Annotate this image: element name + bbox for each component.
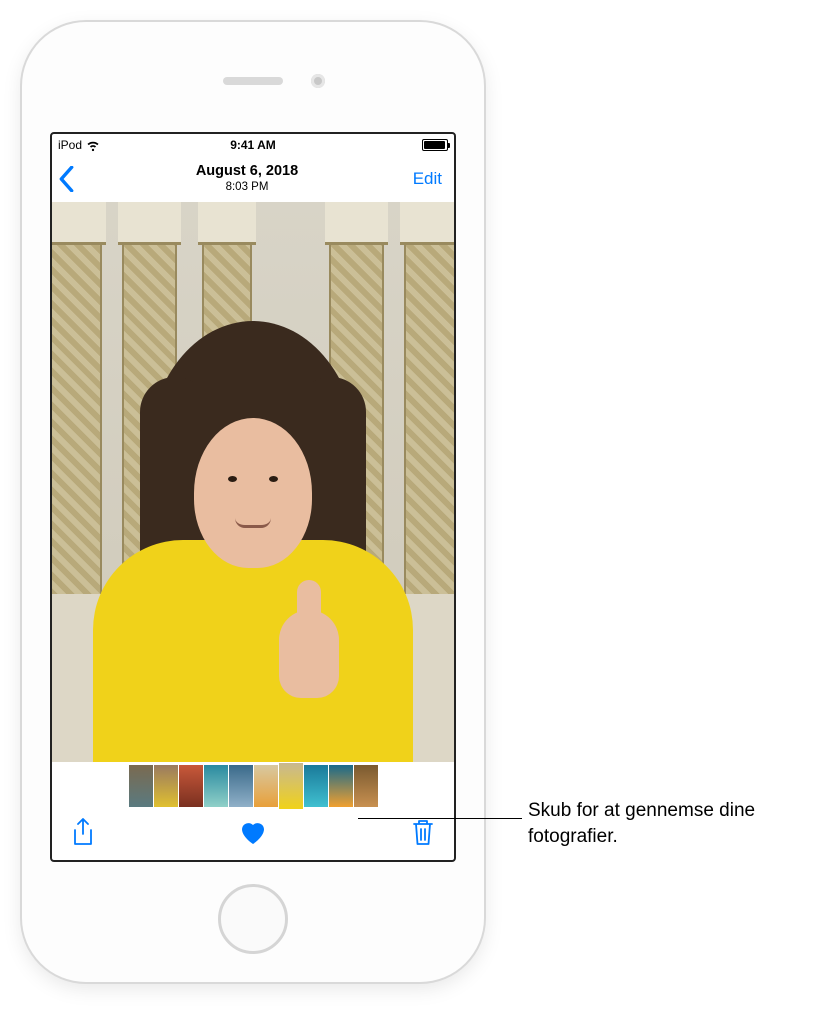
nav-bar: August 6, 2018 8:03 PM Edit bbox=[52, 156, 454, 202]
nav-date: August 6, 2018 bbox=[102, 164, 392, 180]
nav-time: 8:03 PM bbox=[102, 181, 392, 194]
callout-leader-line bbox=[358, 818, 522, 819]
share-icon bbox=[70, 818, 96, 848]
thumbnail[interactable] bbox=[354, 765, 378, 807]
callout-text: Skub for at gennemse dine fotografier. bbox=[528, 798, 808, 849]
photo-subject bbox=[93, 359, 413, 762]
thumbnail[interactable] bbox=[229, 765, 253, 807]
status-time: 9:41 AM bbox=[188, 138, 318, 152]
battery-icon bbox=[422, 139, 448, 151]
thumbnail[interactable] bbox=[204, 765, 228, 807]
thumbnail[interactable] bbox=[304, 765, 328, 807]
device-front-camera bbox=[311, 74, 325, 88]
screen: iPod 9:41 AM August 6, 2018 8:03 PM Edit bbox=[50, 132, 456, 862]
thumbnail-selected[interactable] bbox=[279, 763, 303, 809]
thumbnail[interactable] bbox=[179, 765, 203, 807]
thumbnail[interactable] bbox=[129, 765, 153, 807]
status-bar: iPod 9:41 AM bbox=[52, 134, 454, 156]
photo-viewer[interactable] bbox=[52, 202, 454, 762]
thumbnail[interactable] bbox=[154, 765, 178, 807]
trash-icon bbox=[410, 818, 436, 848]
wifi-icon bbox=[86, 138, 100, 152]
thumbnail-strip[interactable] bbox=[52, 762, 454, 810]
favorite-button[interactable] bbox=[239, 820, 267, 851]
thumbnail[interactable] bbox=[254, 765, 278, 807]
carrier-label: iPod bbox=[58, 138, 82, 152]
home-button[interactable] bbox=[218, 884, 288, 954]
thumbnail[interactable] bbox=[329, 765, 353, 807]
heart-icon bbox=[239, 820, 267, 846]
back-button[interactable] bbox=[58, 166, 102, 192]
device-frame: iPod 9:41 AM August 6, 2018 8:03 PM Edit bbox=[22, 22, 484, 982]
share-button[interactable] bbox=[70, 818, 96, 853]
device-speaker bbox=[223, 77, 283, 85]
delete-button[interactable] bbox=[410, 818, 436, 853]
edit-button[interactable]: Edit bbox=[392, 169, 448, 189]
nav-title: August 6, 2018 8:03 PM bbox=[102, 164, 392, 194]
